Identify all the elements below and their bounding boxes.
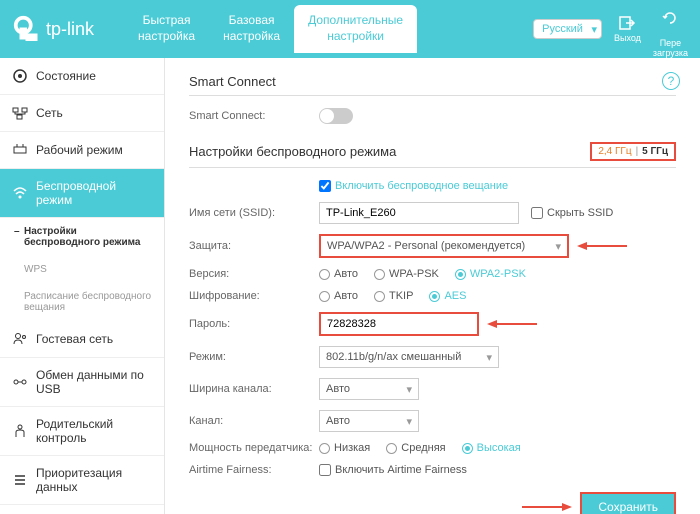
status-icon [12, 68, 28, 84]
channel-width-label: Ширина канала: [189, 383, 319, 395]
version-label: Версия: [189, 268, 319, 280]
tx-power-mid[interactable]: Средняя [386, 442, 445, 454]
encryption-tkip[interactable]: TKIP [374, 290, 413, 302]
version-wpa[interactable]: WPA-PSK [374, 268, 439, 280]
mode-label: Режим: [189, 351, 319, 363]
sidebar-item-qos[interactable]: Приоритезация данных [0, 456, 164, 505]
security-label: Защита: [189, 240, 319, 252]
tx-power-high[interactable]: Высокая [462, 442, 521, 454]
encryption-radio-group: Авто TKIP AES [319, 290, 466, 302]
version-wpa2[interactable]: WPA2-PSK [455, 268, 526, 280]
password-input[interactable] [319, 312, 479, 336]
encryption-label: Шифрование: [189, 290, 319, 302]
nav-tabs: Быстраянастройка Базоваянастройка Дополн… [124, 5, 417, 52]
tx-power-radio-group: Низкая Средняя Высокая [319, 442, 521, 454]
channel-width-select[interactable]: Авто [319, 378, 419, 400]
sidebar-sub-schedule[interactable]: Расписание беспроводного вещания [0, 283, 164, 321]
sidebar-item-wireless[interactable]: Беспроводной режим [0, 169, 164, 218]
smart-connect-label: Smart Connect: [189, 110, 319, 122]
content-panel: ? Smart Connect Smart Connect: Настройки… [165, 58, 700, 514]
header: tp-link Быстраянастройка Базоваянастройк… [0, 0, 700, 58]
brand-logo: tp-link [12, 14, 94, 44]
sidebar-item-network[interactable]: Сеть [0, 95, 164, 132]
sidebar-item-mode[interactable]: Рабочий режим [0, 132, 164, 169]
wireless-section-header: Настройки беспроводного режима 2,4 ГГц|5… [189, 142, 676, 168]
sidebar-item-usb[interactable]: Обмен данными по USB [0, 358, 164, 407]
sidebar-sub-wps[interactable]: WPS [0, 256, 164, 283]
tx-power-label: Мощность передатчика: [189, 442, 319, 454]
logout-button[interactable]: Выход [614, 15, 641, 43]
help-icon[interactable]: ? [662, 72, 680, 90]
hide-ssid-checkbox[interactable]: Скрыть SSID [531, 207, 613, 219]
mode-select[interactable]: 802.11b/g/n/ax смешанный [319, 346, 499, 368]
band-selector[interactable]: 2,4 ГГц|5 ГГц [590, 142, 676, 161]
wireless-icon [12, 185, 28, 201]
tx-power-low[interactable]: Низкая [319, 442, 370, 454]
version-radio-group: Авто WPA-PSK WPA2-PSK [319, 268, 526, 280]
sidebar-item-security[interactable]: Защита [0, 505, 164, 514]
arrow-annotation-save [522, 501, 572, 513]
save-button[interactable]: Сохранить [580, 492, 676, 514]
tplink-logo-icon [12, 14, 42, 44]
sidebar-item-status[interactable]: Состояние [0, 58, 164, 95]
wireless-section-title: Настройки беспроводного режима [189, 144, 396, 159]
version-auto[interactable]: Авто [319, 268, 358, 280]
password-label: Пароль: [189, 318, 319, 330]
sidebar-sub-wireless-settings[interactable]: Настройки беспроводного режима [0, 218, 164, 256]
arrow-annotation-password [487, 318, 537, 330]
guest-icon [12, 331, 28, 347]
reboot-button[interactable]: Пере загрузка [653, 0, 688, 58]
channel-label: Канал: [189, 415, 319, 427]
arrow-annotation-security [577, 240, 627, 252]
encryption-auto[interactable]: Авто [319, 290, 358, 302]
airtime-checkbox[interactable]: Включить Airtime Fairness [319, 464, 467, 476]
enable-broadcast-checkbox[interactable]: Включить беспроводное вещание [319, 180, 508, 192]
encryption-aes[interactable]: AES [429, 290, 466, 302]
tab-quick-setup[interactable]: Быстраянастройка [124, 5, 209, 52]
sidebar-item-parental[interactable]: Родительский контроль [0, 407, 164, 456]
band-5ghz[interactable]: 5 ГГц [642, 146, 668, 157]
tab-advanced[interactable]: Дополнительныенастройки [294, 5, 417, 52]
ssid-label: Имя сети (SSID): [189, 207, 319, 219]
smart-connect-title: Smart Connect [189, 74, 676, 96]
usb-icon [12, 374, 28, 390]
main: Состояние Сеть Рабочий режим Беспроводно… [0, 58, 700, 514]
tab-basic[interactable]: Базоваянастройка [209, 5, 294, 52]
channel-select[interactable]: Авто [319, 410, 419, 432]
band-24ghz[interactable]: 2,4 ГГц [598, 146, 631, 157]
parental-icon [12, 423, 28, 439]
network-icon [12, 105, 28, 121]
header-right: Русский Выход Пере загрузка [533, 0, 688, 58]
mode-icon [12, 142, 28, 158]
smart-connect-toggle[interactable] [319, 108, 353, 124]
brand-text: tp-link [46, 19, 94, 40]
security-select[interactable]: WPA/WPA2 - Personal (рекомендуется) [319, 234, 569, 258]
airtime-label: Airtime Fairness: [189, 464, 319, 476]
reload-icon [661, 10, 679, 26]
qos-icon [12, 472, 28, 488]
language-select[interactable]: Русский [533, 19, 602, 39]
ssid-input[interactable] [319, 202, 519, 224]
sidebar: Состояние Сеть Рабочий режим Беспроводно… [0, 58, 165, 514]
sidebar-item-guest[interactable]: Гостевая сеть [0, 321, 164, 358]
exit-icon [618, 15, 636, 31]
